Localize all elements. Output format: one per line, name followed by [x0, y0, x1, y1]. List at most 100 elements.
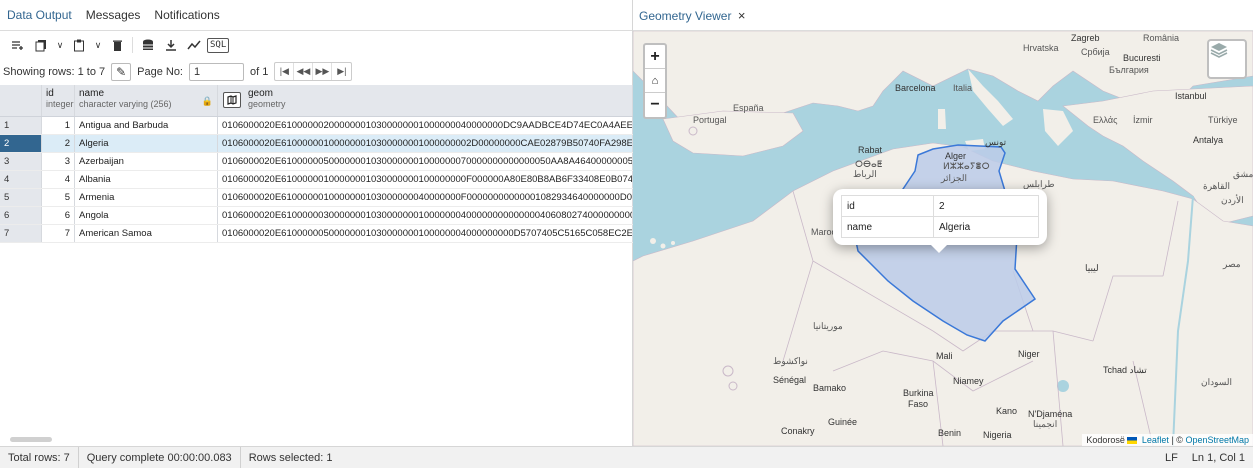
download-icon[interactable] [161, 35, 181, 55]
geom-cell[interactable]: 0106000020E61000000300000001030000000100… [218, 207, 633, 224]
row-number-cell[interactable]: 4 [0, 171, 42, 188]
map-place-label: İzmir [1133, 115, 1153, 125]
zoom-out-button[interactable]: − [645, 93, 665, 117]
layers-icon[interactable] [1207, 39, 1247, 79]
map-place-label: Niamey [953, 376, 984, 386]
paste-icon[interactable] [69, 35, 89, 55]
feature-popup: id 2 name Algeria [833, 189, 1047, 253]
name-cell[interactable]: Antigua and Barbuda [75, 117, 218, 134]
geom-cell[interactable]: 0106000020E61000000100000001030000000100… [218, 171, 633, 188]
table-row[interactable]: 4 4 Albania 0106000020E61000000100000001030… [0, 171, 633, 189]
geometry-viewer-panel: Geometry Viewer × Zagreb România Hrvatsk… [633, 0, 1253, 446]
map-place-label: Italia [953, 83, 973, 93]
map-view-icon[interactable] [223, 92, 241, 108]
column-header-name[interactable]: name character varying (256) 🔒 [75, 85, 218, 116]
table-row[interactable]: 6 6 Angola 0106000020E610000003000000010300… [0, 207, 633, 225]
first-page-icon[interactable]: |◀ [275, 63, 295, 80]
name-cell[interactable]: Azerbaijan [75, 153, 218, 170]
zoom-in-button[interactable]: + [645, 45, 665, 69]
toolbar-divider [132, 37, 133, 53]
horizontal-scrollbar[interactable] [10, 437, 52, 442]
column-header-geom[interactable]: geom geometry [218, 85, 633, 116]
popup-value: Algeria [933, 216, 1039, 238]
id-cell[interactable]: 6 [42, 207, 75, 224]
edit-pencil-icon[interactable]: ✎ [111, 62, 132, 81]
id-cell[interactable]: 7 [42, 225, 75, 242]
leaflet-link[interactable]: Leaflet [1142, 435, 1169, 445]
viewer-tabs: Geometry Viewer × [633, 0, 1253, 31]
page-number-input[interactable]: 1 [189, 62, 244, 81]
page-nav-buttons: |◀ ◀◀ ▶▶ ▶| [274, 62, 353, 81]
name-cell[interactable]: Armenia [75, 189, 218, 206]
cursor-position-status: Ln 1, Col 1 [1191, 451, 1245, 464]
tab-notifications[interactable]: Notifications [153, 8, 220, 22]
geom-cell[interactable]: 0106000020E61000000100000001030000000400… [218, 189, 633, 206]
row-number-cell[interactable]: 6 [0, 207, 42, 224]
close-icon[interactable]: × [738, 8, 746, 23]
table-row[interactable]: 7 7 American Samoa 0106000020E6100000050000… [0, 225, 633, 243]
line-ending-status[interactable]: LF [1165, 452, 1178, 464]
row-number-cell[interactable]: 1 [0, 117, 42, 134]
map-place-label: Tchad تشاد [1103, 365, 1147, 375]
popup-table: id 2 name Algeria [841, 195, 1039, 238]
map-place-label: Alger [945, 151, 967, 161]
tab-geometry-viewer-label: Geometry Viewer [639, 8, 732, 23]
popup-row-name: name Algeria [841, 216, 1039, 238]
geom-cell[interactable]: 0106000020E61000000500000001030000000100… [218, 153, 633, 170]
prev-page-icon[interactable]: ◀◀ [294, 63, 314, 80]
row-number-cell[interactable]: 5 [0, 189, 42, 206]
row-number-cell[interactable]: 3 [0, 153, 42, 170]
id-cell[interactable]: 3 [42, 153, 75, 170]
next-page-icon[interactable]: ▶▶ [313, 63, 333, 80]
map-place-label: Hrvatska [1023, 43, 1059, 53]
copy-icon[interactable] [31, 35, 51, 55]
rows-selected-status: Rows selected: 1 [248, 451, 333, 464]
map-place-label: Sénégal [773, 375, 807, 385]
map-place-label: România [1143, 33, 1180, 43]
name-cell[interactable]: Albania [75, 171, 218, 188]
add-row-icon[interactable] [8, 35, 28, 55]
grid-header: id integer name character varying (256) … [0, 85, 633, 117]
home-icon[interactable]: ⌂ [645, 69, 665, 93]
grid-body: 1 1 Antigua and Barbuda 0106000020E61000000… [0, 117, 633, 243]
graph-icon[interactable] [184, 35, 204, 55]
map-place-label: ⵔⴱⴰⵟ [855, 159, 883, 169]
table-row[interactable]: 5 5 Armenia 0106000020E61000000100000001030… [0, 189, 633, 207]
table-row[interactable]: 1 1 Antigua and Barbuda 0106000020E61000000… [0, 117, 633, 135]
id-cell[interactable]: 5 [42, 189, 75, 206]
map-place-label: Zagreb [1071, 33, 1100, 43]
tab-geometry-viewer[interactable]: Geometry Viewer × [638, 8, 746, 23]
id-cell[interactable]: 1 [42, 117, 75, 134]
map-place-label: Conakry [781, 426, 815, 436]
id-cell[interactable]: 2 [42, 135, 75, 152]
column-header-id[interactable]: id integer [42, 85, 75, 116]
paste-dropdown-chevron-icon[interactable]: ∨ [92, 35, 104, 55]
zoom-control: + ⌂ − [643, 43, 667, 119]
result-tabs: Data Output Messages Notifications [0, 0, 632, 31]
map-place-label: Türkiye [1208, 115, 1238, 125]
id-cell[interactable]: 4 [42, 171, 75, 188]
table-row[interactable]: 3 3 Azerbaijan 0106000020E61000000500000001… [0, 153, 633, 171]
row-number-cell[interactable]: 7 [0, 225, 42, 242]
name-cell[interactable]: Algeria [75, 135, 218, 152]
trash-icon[interactable] [107, 35, 127, 55]
tab-data-output[interactable]: Data Output [6, 8, 73, 22]
map-place-label: Niger [1018, 349, 1040, 359]
map-place-label: Istanbul [1175, 91, 1207, 101]
geom-cell[interactable]: 0106000020E61000000500000001030000000100… [218, 225, 633, 242]
table-row[interactable]: 2 2 Algeria 0106000020E61000000100000001030… [0, 135, 633, 153]
geom-cell[interactable]: 0106000020E61000000100000001030000000100… [218, 135, 633, 152]
map-place-label: Mali [936, 351, 953, 361]
save-data-icon[interactable] [138, 35, 158, 55]
row-number-cell[interactable]: 2 [0, 135, 42, 152]
openstreetmap-link[interactable]: OpenStreetMap [1185, 435, 1249, 445]
name-cell[interactable]: Angola [75, 207, 218, 224]
last-page-icon[interactable]: ▶| [332, 63, 351, 80]
tab-messages[interactable]: Messages [85, 8, 142, 22]
copy-dropdown-chevron-icon[interactable]: ∨ [54, 35, 66, 55]
geom-cell[interactable]: 0106000020E61000000200000001030000000100… [218, 117, 633, 134]
map-canvas[interactable]: Zagreb România Hrvatska Србија Bucuresti Бълг… [633, 31, 1253, 446]
map-place-label: N'Djaména [1028, 409, 1073, 419]
sql-button[interactable]: SQL [207, 37, 230, 53]
name-cell[interactable]: American Samoa [75, 225, 218, 242]
